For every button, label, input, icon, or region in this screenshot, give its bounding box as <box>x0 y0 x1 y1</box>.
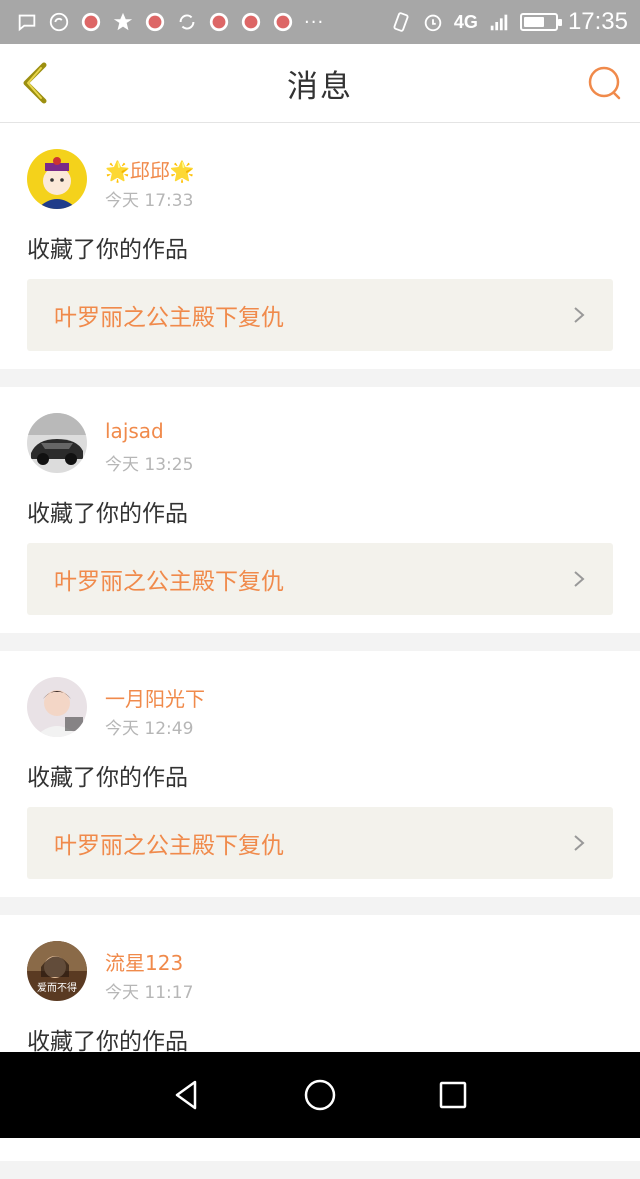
square-recents-icon <box>440 1081 467 1109</box>
clock: 17:35 <box>567 8 628 35</box>
timestamp: 今天 13:25 <box>105 455 194 475</box>
status-right-icons: 4G 17:35 <box>390 8 628 36</box>
app-notification-icon <box>80 11 102 33</box>
system-recents-button[interactable] <box>433 1075 473 1115</box>
message-card: 一月阳光下 今天 12:49 收藏了你的作品 叶罗丽之公主殿下复仇 <box>0 651 640 897</box>
chevron-right-icon <box>573 570 585 588</box>
avatar[interactable]: 爱而不得 <box>27 941 87 1001</box>
vibrate-icon <box>390 11 412 33</box>
chevron-left-icon <box>23 62 47 104</box>
triangle-back-icon <box>175 1080 196 1110</box>
message-card: lajsad 今天 13:25 收藏了你的作品 叶罗丽之公主殿下复仇 <box>0 387 640 633</box>
back-button[interactable] <box>14 60 54 106</box>
network-type-label: 4G <box>453 11 478 32</box>
app-notification-icon <box>208 11 230 33</box>
chevron-right-icon <box>573 306 585 324</box>
work-title: 叶罗丽之公主殿下复仇 <box>54 569 284 595</box>
app-notification-icon <box>272 11 294 33</box>
system-back-button[interactable] <box>167 1075 207 1115</box>
search-button[interactable] <box>586 64 624 102</box>
username[interactable]: 一月阳光下 <box>105 683 205 712</box>
status-bar: ··· 4G 17:35 <box>0 0 640 44</box>
work-link[interactable]: 叶罗丽之公主殿下复仇 <box>27 543 613 615</box>
chevron-right-icon <box>573 834 585 852</box>
star-icon <box>112 11 134 33</box>
header: 消息 <box>0 44 640 123</box>
avatar[interactable] <box>27 677 87 737</box>
username[interactable]: 流星123 <box>105 947 183 976</box>
app-notification-icon <box>240 11 262 33</box>
avatar[interactable] <box>27 149 87 209</box>
status-left-icons: ··· <box>16 11 324 33</box>
username[interactable]: lajsad <box>105 419 164 443</box>
system-navigation-bar <box>0 1052 640 1138</box>
work-link[interactable]: 叶罗丽之公主殿下复仇 <box>27 279 613 351</box>
circle-home-icon <box>304 1079 336 1111</box>
action-text: 收藏了你的作品 <box>27 765 188 791</box>
action-text: 收藏了你的作品 <box>27 1029 188 1055</box>
work-link[interactable]: 叶罗丽之公主殿下复仇 <box>27 807 613 879</box>
battery-level <box>523 17 544 27</box>
battery-icon <box>519 13 562 31</box>
timestamp: 今天 11:17 <box>105 983 194 1003</box>
message-icon <box>16 11 38 33</box>
page-title: 消息 <box>287 68 353 105</box>
message-card: 🌟邱邱🌟 今天 17:33 收藏了你的作品 叶罗丽之公主殿下复仇 <box>0 123 640 369</box>
avatar-caption: 爱而不得 <box>37 981 77 994</box>
timestamp: 今天 17:33 <box>105 191 194 211</box>
action-text: 收藏了你的作品 <box>27 237 188 263</box>
action-text: 收藏了你的作品 <box>27 501 188 527</box>
search-icon <box>588 66 621 100</box>
sync-icon <box>48 11 70 33</box>
avatar[interactable] <box>27 413 87 473</box>
timestamp: 今天 12:49 <box>105 719 194 739</box>
message-list: 🌟邱邱🌟 今天 17:33 收藏了你的作品 叶罗丽之公主殿下复仇 lajsad … <box>0 123 640 1179</box>
app-notification-icon <box>144 11 166 33</box>
refresh-icon <box>176 11 198 33</box>
work-title: 叶罗丽之公主殿下复仇 <box>54 305 284 331</box>
signal-icon <box>488 11 510 33</box>
alarm-icon <box>422 11 444 33</box>
work-title: 叶罗丽之公主殿下复仇 <box>54 833 284 859</box>
more-notifications-indicator: ··· <box>304 11 325 33</box>
system-home-button[interactable] <box>300 1075 340 1115</box>
username[interactable]: 🌟邱邱🌟 <box>105 155 195 184</box>
